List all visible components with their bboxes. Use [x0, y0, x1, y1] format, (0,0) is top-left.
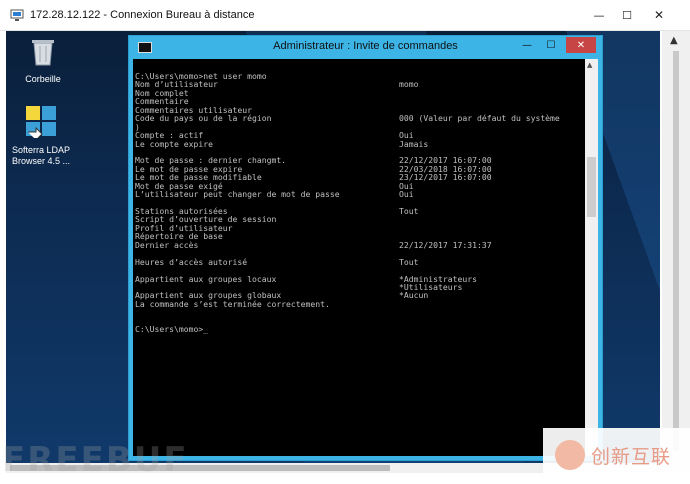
ldap-browser-icon: [26, 106, 56, 141]
console-line: Le compte expire Jamais: [135, 138, 583, 149]
brand-watermark-text: 创新互联: [591, 446, 672, 468]
ldap-browser-shortcut[interactable]: Softerra LDAP Browser 4.5 ...: [11, 104, 71, 167]
rdp-window-title: 172.28.12.122 - Connexion Bureau à dista…: [30, 9, 255, 21]
cmd-scroll-thumb[interactable]: [587, 157, 596, 217]
console-line-value: Tout: [399, 256, 419, 267]
desktop-icon-label: Corbeille: [25, 74, 61, 84]
console-line-value: 22/12/2017 17:31:37: [399, 239, 492, 250]
cmd-scrollbar[interactable]: ▲: [585, 59, 598, 456]
rdp-close-button[interactable]: ✕: [642, 0, 676, 30]
brand-logo-icon: [555, 440, 585, 470]
command-prompt-window[interactable]: Administrateur : Invite de commandes — ☐…: [129, 36, 602, 460]
console-line-value: Jamais: [399, 138, 429, 149]
scroll-up-arrow-icon[interactable]: ▲: [587, 61, 592, 69]
console-line: C:\Users\momo>_: [135, 325, 583, 333]
rdp-vertical-scrollbar[interactable]: ▲: [662, 31, 690, 473]
console-line: L’utilisateur peut changer de mot de pas…: [135, 189, 583, 200]
console-line-value: 000 (Valeur par défaut du système: [399, 113, 560, 124]
cmd-minimize-button[interactable]: —: [517, 37, 537, 53]
rdp-maximize-button[interactable]: ☐: [610, 0, 644, 30]
brand-watermark: 创新互联: [543, 428, 690, 484]
cmd-maximize-button[interactable]: ☐: [541, 37, 561, 53]
cmd-close-button[interactable]: ✕: [566, 37, 596, 53]
desktop-icon-label: Softerra LDAP Browser 4.5 ...: [11, 145, 71, 166]
freebuf-watermark: FREEBUF: [2, 440, 189, 480]
console-line: Nom d’utilisateur momo: [135, 79, 583, 90]
scroll-up-arrow-icon[interactable]: ▲: [670, 35, 678, 46]
cmd-title-bar[interactable]: Administrateur : Invite de commandes — ☐…: [129, 36, 602, 58]
console-line: Code du pays ou de la région 000 (Valeur …: [135, 113, 583, 124]
console-line: Dernier accès 22/12/2017 17:31:37: [135, 239, 583, 250]
rdp-vertical-scroll-thumb[interactable]: [673, 51, 679, 451]
console-line: La commande s’est terminée correctement.: [135, 300, 583, 308]
console-line-label: C:\Users\momo>_: [135, 324, 209, 335]
console-line-value: Tout: [399, 206, 419, 216]
console-line: Heures d’accès autorisé Tout: [135, 256, 583, 267]
console-line-value: Oui: [399, 189, 414, 200]
console-output[interactable]: C:\Users\momo>net user momo Nom d’utilisa…: [133, 59, 585, 456]
recycle-bin-shortcut[interactable]: Corbeille: [13, 35, 73, 85]
console-text: C:\Users\momo>net user momo Nom d’utilisa…: [135, 72, 583, 334]
console-line: Nom complet: [135, 89, 583, 97]
console-line-value: momo: [399, 79, 419, 90]
console-line: Appartient aux groupes locaux *Administra…: [135, 274, 583, 283]
console-line-value: *Aucun: [399, 290, 429, 301]
rdp-title-bar: 172.28.12.122 - Connexion Bureau à dista…: [0, 0, 690, 31]
console-line: Répertoire de base: [135, 232, 583, 240]
remote-desktop-icon: [10, 9, 24, 21]
recycle-bin-icon: [32, 40, 54, 66]
